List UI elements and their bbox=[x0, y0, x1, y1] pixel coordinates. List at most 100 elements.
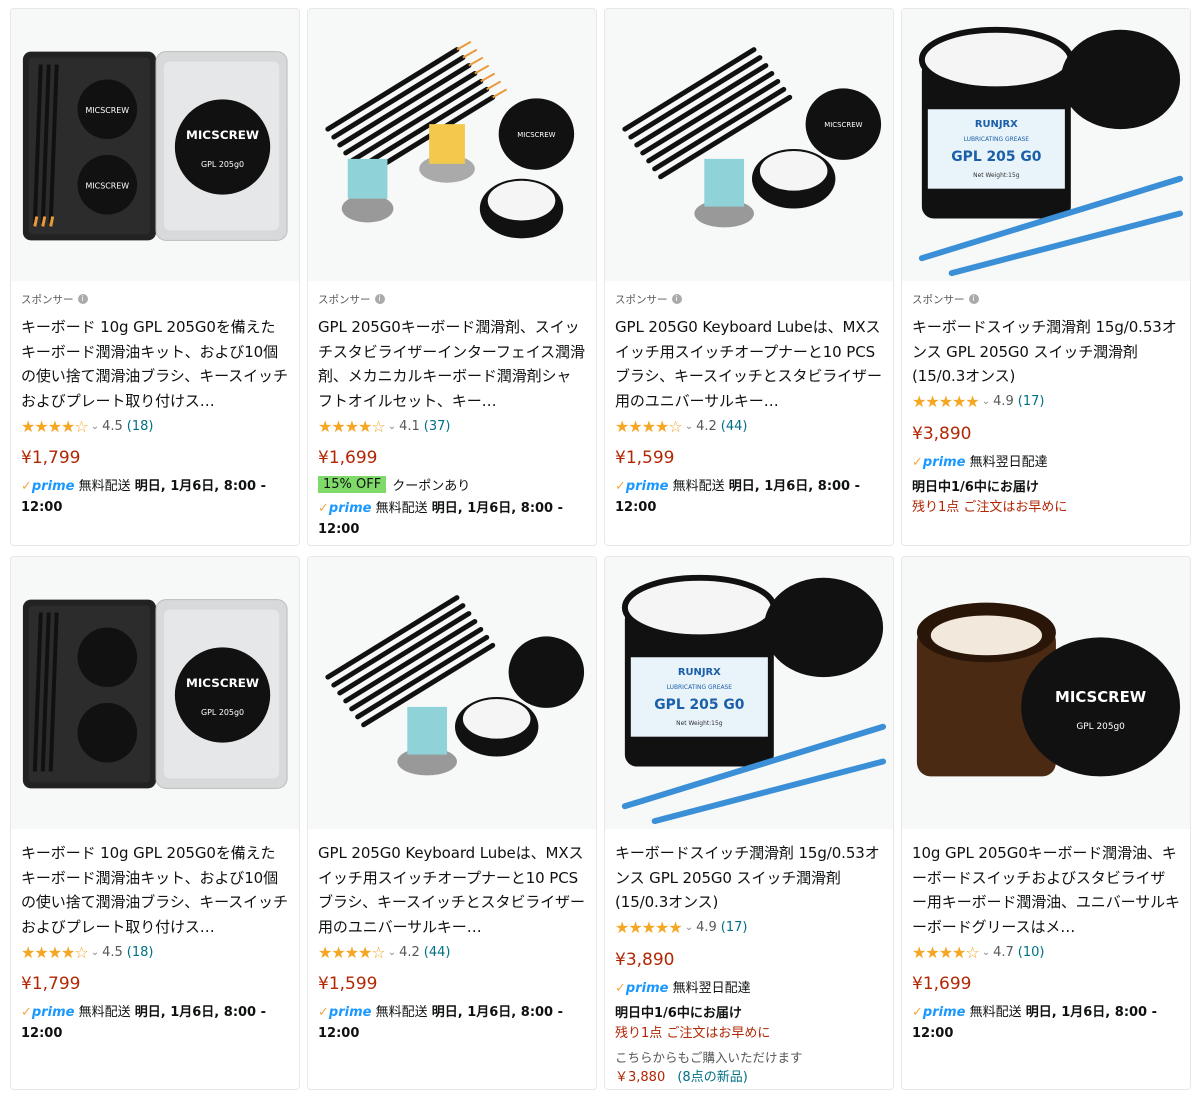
rating-row: ★★★★☆ ⌄ 4.5 (18) bbox=[21, 940, 289, 964]
chevron-down-icon[interactable]: ⌄ bbox=[91, 421, 99, 432]
sponsored-label: スポンサー i bbox=[615, 291, 883, 307]
review-count-link[interactable]: (37) bbox=[424, 419, 451, 434]
product-image[interactable]: MICSCREW GPL 205g0 bbox=[902, 557, 1190, 829]
star-rating-icon[interactable]: ★★★★☆ bbox=[21, 417, 89, 436]
star-rating-icon[interactable]: ★★★★☆ bbox=[21, 943, 89, 962]
product-image[interactable]: MICSCREW GPL 205g0 bbox=[11, 557, 299, 829]
product-title[interactable]: GPL 205G0 Keyboard Lubeは、MXスイッチ用スイッチオープナ… bbox=[318, 841, 586, 939]
info-icon[interactable]: i bbox=[671, 294, 682, 304]
shipping-label: 無料配送 bbox=[78, 1005, 131, 1020]
product-card[interactable]: RUNJRX LUBRICATING GREASE GPL 205 G0 Net… bbox=[901, 8, 1191, 546]
shipping-label: 無料配送 bbox=[78, 479, 131, 494]
logo-text: RUNJRX bbox=[975, 119, 1018, 130]
star-rating-icon[interactable]: ★★★★☆ bbox=[318, 417, 386, 436]
product-image[interactable]: MICSCREW bbox=[308, 9, 596, 281]
star-rating-icon[interactable]: ★★★★★ bbox=[615, 918, 683, 937]
star-rating-icon[interactable]: ★★★★☆ bbox=[318, 943, 386, 962]
product-title[interactable]: 10g GPL 205G0キーボード潤滑油、キーボードスイッチおよびスタビライザ… bbox=[912, 841, 1180, 939]
coupon-row: 15% OFF クーポンあり bbox=[318, 474, 586, 494]
shipping-info: ✓prime 無料配送 明日, 1月6日, 8:00 - 12:00 bbox=[318, 1002, 586, 1044]
shipping-info: ✓prime 無料配送 明日, 1月6日, 8:00 - 12:00 bbox=[318, 498, 586, 540]
chevron-down-icon[interactable]: ⌄ bbox=[388, 421, 396, 432]
chevron-down-icon[interactable]: ⌄ bbox=[982, 396, 990, 407]
product-title[interactable]: GPL 205G0 Keyboard Lubeは、MXスイッチ用スイッチオープナ… bbox=[615, 315, 883, 413]
review-count-link[interactable]: (44) bbox=[721, 419, 748, 434]
chevron-down-icon[interactable]: ⌄ bbox=[91, 947, 99, 958]
other-sellers-link[interactable]: (8点の新品) bbox=[677, 1070, 747, 1085]
rating-value: 4.9 bbox=[993, 394, 1014, 409]
rating-value: 4.9 bbox=[696, 920, 717, 935]
product-image[interactable]: MICSCREW bbox=[605, 9, 893, 281]
review-count-link[interactable]: (44) bbox=[424, 945, 451, 960]
product-card[interactable]: MICSCREW スポンサー i GPL 205G0キーボード潤滑剤、スイッチスタ… bbox=[307, 8, 597, 546]
product-price[interactable]: ¥1,699 bbox=[912, 970, 1180, 998]
rating-row: ★★★★☆ ⌄ 4.7 (10) bbox=[912, 940, 1180, 964]
logo-text: MICSCREW bbox=[186, 128, 259, 142]
rating-value: 4.5 bbox=[102, 944, 123, 960]
product-card[interactable]: MICSCREW MICSCREW MICSCREW GPL 205g0 スポン… bbox=[10, 8, 300, 546]
rating-row: ★★★★★ ⌄ 4.9 (17) bbox=[912, 390, 1180, 414]
product-price[interactable]: ¥1,599 bbox=[318, 970, 586, 998]
logo-text: MICSCREW bbox=[1055, 688, 1146, 706]
chevron-down-icon[interactable]: ⌄ bbox=[388, 947, 396, 958]
prime-icon: ✓prime bbox=[912, 1005, 966, 1020]
product-price[interactable]: ¥1,799 bbox=[21, 970, 289, 998]
logo-text: MICSCREW bbox=[85, 106, 129, 115]
product-card[interactable]: RUNJRX LUBRICATING GREASE GPL 205 G0 Net… bbox=[604, 556, 894, 1090]
product-title[interactable]: キーボードスイッチ潤滑剤 15g/0.53オンス GPL 205G0 スイッチ潤… bbox=[912, 315, 1180, 389]
shipping-label: 無料翌日配達 bbox=[672, 980, 751, 996]
chevron-down-icon[interactable]: ⌄ bbox=[685, 922, 693, 933]
stock-warning: 残り1点 ご注文はお早めに bbox=[615, 1025, 771, 1041]
product-title[interactable]: キーボード 10g GPL 205G0を備えたキーボード潤滑油キット、および10… bbox=[21, 841, 289, 939]
prime-icon: ✓prime bbox=[615, 479, 669, 494]
shipping-label: 無料配送 bbox=[969, 1005, 1022, 1020]
logo-text: LUBRICATING GREASE bbox=[667, 684, 733, 691]
prime-icon: ✓prime bbox=[318, 501, 372, 516]
product-card[interactable]: MICSCREW スポンサー i GPL 205G0 Keyboard Lubeは… bbox=[604, 8, 894, 546]
product-price[interactable]: ¥1,799 bbox=[21, 444, 289, 472]
review-count-link[interactable]: (10) bbox=[1018, 945, 1045, 960]
info-icon[interactable]: i bbox=[374, 294, 385, 304]
info-icon[interactable]: i bbox=[77, 294, 88, 304]
product-image[interactable]: MICSCREW MICSCREW MICSCREW GPL 205g0 bbox=[11, 9, 299, 281]
product-image[interactable] bbox=[308, 557, 596, 829]
rating-row: ★★★★★ ⌄ 4.9 (17) bbox=[615, 916, 883, 940]
info-icon[interactable]: i bbox=[968, 294, 979, 304]
star-rating-icon[interactable]: ★★★★☆ bbox=[912, 943, 980, 962]
product-price[interactable]: ¥1,599 bbox=[615, 444, 883, 472]
product-price[interactable]: ¥3,890 bbox=[912, 420, 1180, 448]
star-rating-icon[interactable]: ★★★★☆ bbox=[615, 417, 683, 436]
review-count-link[interactable]: (18) bbox=[127, 419, 154, 434]
product-card[interactable]: MICSCREW GPL 205g0 10g GPL 205G0キーボード潤滑油… bbox=[901, 556, 1191, 1090]
logo-text: MICSCREW bbox=[517, 131, 555, 139]
product-image[interactable]: RUNJRX LUBRICATING GREASE GPL 205 G0 Net… bbox=[902, 9, 1190, 281]
chevron-down-icon[interactable]: ⌄ bbox=[685, 421, 693, 432]
delivery-date: 明日中1/6中にお届け bbox=[615, 1005, 742, 1021]
review-count-link[interactable]: (18) bbox=[127, 945, 154, 960]
shipping-info: ✓prime 無料配送 明日, 1月6日, 8:00 - 12:00 bbox=[21, 1002, 289, 1044]
product-image[interactable]: RUNJRX LUBRICATING GREASE GPL 205 G0 Net… bbox=[605, 557, 893, 829]
delivery-date: 明日中1/6中にお届け bbox=[912, 479, 1039, 495]
rating-value: 4.2 bbox=[399, 944, 420, 960]
shipping-label: 無料翌日配達 bbox=[969, 454, 1048, 470]
logo-text: LUBRICATING GREASE bbox=[964, 136, 1030, 143]
product-card[interactable]: MICSCREW GPL 205g0 キーボード 10g GPL 205G0を備… bbox=[10, 556, 300, 1090]
product-title[interactable]: GPL 205G0キーボード潤滑剤、スイッチスタビライザーインターフェイス潤滑剤… bbox=[318, 315, 586, 413]
review-count-link[interactable]: (17) bbox=[1018, 394, 1045, 409]
chevron-down-icon[interactable]: ⌄ bbox=[982, 947, 990, 958]
logo-text: RUNJRX bbox=[678, 667, 721, 678]
other-sellers-price: ￥3,880 bbox=[615, 1069, 666, 1085]
shipping-label: 無料配送 bbox=[375, 1005, 428, 1020]
star-rating-icon[interactable]: ★★★★★ bbox=[912, 392, 980, 411]
review-count-link[interactable]: (17) bbox=[721, 920, 748, 935]
product-price[interactable]: ¥1,699 bbox=[318, 444, 586, 472]
rating-row: ★★★★☆ ⌄ 4.2 (44) bbox=[318, 940, 586, 964]
product-card[interactable]: GPL 205G0 Keyboard Lubeは、MXスイッチ用スイッチオープナ… bbox=[307, 556, 597, 1090]
product-title[interactable]: キーボード 10g GPL 205G0を備えたキーボード潤滑油キット、および10… bbox=[21, 315, 289, 413]
product-title[interactable]: キーボードスイッチ潤滑剤 15g/0.53オンス GPL 205G0 スイッチ潤… bbox=[615, 841, 883, 915]
prime-icon: ✓prime bbox=[912, 454, 966, 470]
other-sellers-label: こちらからもご購入いただけます bbox=[615, 1049, 803, 1065]
other-sellers-row: ￥3,880 (8点の新品) bbox=[615, 1068, 883, 1088]
shipping-label: 無料配送 bbox=[672, 479, 725, 494]
product-price[interactable]: ¥3,890 bbox=[615, 946, 883, 974]
